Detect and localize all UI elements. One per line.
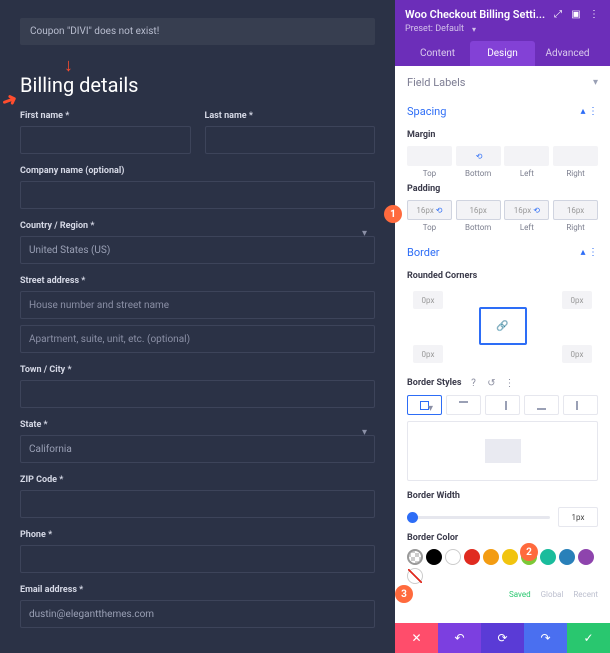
swatch-teal[interactable] <box>540 549 556 565</box>
annotation-arrow: ↓ <box>64 55 73 76</box>
country-select[interactable] <box>20 236 375 264</box>
label-town: Town / City * <box>20 365 375 375</box>
phone-input[interactable] <box>20 545 375 573</box>
padding-left-input[interactable]: 16px⟲ <box>504 200 549 220</box>
swatch-blue[interactable] <box>559 549 575 565</box>
label-state: State * <box>20 420 375 430</box>
apt-input[interactable] <box>20 325 375 353</box>
padding-right-input[interactable]: 16px <box>553 200 598 220</box>
margin-bottom-input[interactable]: ⟲ <box>456 146 501 166</box>
border-styles-label: Border Styles <box>407 378 461 388</box>
padding-bottom-input[interactable]: 16px <box>456 200 501 220</box>
menu-icon[interactable]: ⋮ <box>588 9 600 21</box>
annotation-badge-2: 2 <box>520 543 538 561</box>
border-preview <box>407 421 598 481</box>
border-width-slider[interactable] <box>407 516 550 519</box>
rounded-corners-label: Rounded Corners <box>407 271 598 281</box>
annotation-badge-3: 3 <box>395 585 413 603</box>
save-button[interactable]: ✓ <box>567 623 610 653</box>
label-street: Street address * <box>20 276 375 286</box>
tab-advanced[interactable]: Advanced <box>535 41 600 66</box>
settings-title: Woo Checkout Billing Setti... <box>405 8 546 21</box>
link-icon: ⟲ <box>436 206 443 215</box>
border-side-right[interactable] <box>485 395 520 415</box>
label-zip: ZIP Code * <box>20 475 375 485</box>
close-button[interactable]: ✕ <box>395 623 438 653</box>
company-input[interactable] <box>20 181 375 209</box>
corner-tl-input[interactable]: 0px <box>413 291 443 309</box>
expand-icon[interactable]: ⤢ <box>552 9 564 21</box>
border-side-left[interactable] <box>563 395 598 415</box>
label-phone: Phone * <box>20 530 375 540</box>
swatch-black[interactable] <box>426 549 442 565</box>
border-side-bottom[interactable] <box>524 395 559 415</box>
section-field-labels[interactable]: Field Labels▾ <box>407 66 598 95</box>
border-width-label: Border Width <box>407 491 598 501</box>
coupon-notice: Coupon "DIVI" does not exist! <box>20 18 375 45</box>
town-input[interactable] <box>20 380 375 408</box>
corner-tr-input[interactable]: 0px <box>562 291 592 309</box>
reset-icon[interactable]: ↺ <box>485 377 497 389</box>
swatch-red[interactable] <box>464 549 480 565</box>
options-icon[interactable]: ⋮ <box>503 377 515 389</box>
billing-heading: Billing details <box>20 73 375 97</box>
border-side-top[interactable] <box>446 395 481 415</box>
zip-input[interactable] <box>20 490 375 518</box>
redo-button[interactable]: ↷ <box>524 623 567 653</box>
margin-label: Margin <box>407 130 598 140</box>
label-last-name: Last name * <box>205 111 376 121</box>
padding-top-input[interactable]: 16px⟲ <box>407 200 452 220</box>
annotation-arrow: ➜ <box>0 88 20 113</box>
last-name-input[interactable] <box>205 126 376 154</box>
link-icon: ⟲ <box>533 206 540 215</box>
label-country: Country / Region * <box>20 221 375 231</box>
state-select[interactable] <box>20 435 375 463</box>
label-email: Email address * <box>20 585 375 595</box>
chevron-down-icon: ▾ <box>593 77 598 88</box>
chevron-up-icon: ▴ ⋮ <box>581 106 599 117</box>
swatch-orange[interactable] <box>483 549 499 565</box>
help-icon[interactable]: ? <box>467 377 479 389</box>
preset-label[interactable]: Preset: Default <box>405 24 464 34</box>
color-tab-recent[interactable]: Recent <box>573 590 598 599</box>
settings-header: Woo Checkout Billing Setti... ⤢ ▣ ⋮ Pres… <box>395 0 610 66</box>
margin-top-input[interactable] <box>407 146 452 166</box>
border-side-all[interactable] <box>407 395 442 415</box>
margin-right-input[interactable] <box>553 146 598 166</box>
swatch-none[interactable] <box>407 568 423 584</box>
swatch-transparent[interactable] <box>407 549 423 565</box>
history-button[interactable]: ⟳ <box>481 623 524 653</box>
section-border[interactable]: Border▴ ⋮ <box>407 236 598 265</box>
swatch-purple[interactable] <box>578 549 594 565</box>
swatch-yellow[interactable] <box>502 549 518 565</box>
email-input[interactable] <box>20 600 375 628</box>
corner-link-icon[interactable]: 🔗 <box>479 307 527 345</box>
corner-bl-input[interactable]: 0px <box>413 345 443 363</box>
margin-left-input[interactable] <box>504 146 549 166</box>
border-width-value[interactable]: 1px <box>558 507 598 527</box>
link-icon: ⟲ <box>476 152 483 161</box>
section-spacing[interactable]: Spacing▴ ⋮ <box>407 95 598 124</box>
undo-button[interactable]: ↶ <box>438 623 481 653</box>
street-input[interactable] <box>20 291 375 319</box>
color-tab-global[interactable]: Global <box>541 590 564 599</box>
color-tab-saved[interactable]: Saved <box>509 590 531 599</box>
tab-content[interactable]: Content <box>405 41 470 66</box>
dock-icon[interactable]: ▣ <box>570 9 582 21</box>
swatch-white[interactable] <box>445 549 461 565</box>
label-company: Company name (optional) <box>20 166 375 176</box>
label-first-name: First name * <box>20 111 191 121</box>
corner-br-input[interactable]: 0px <box>562 345 592 363</box>
border-color-label: Border Color <box>407 533 598 543</box>
tab-design[interactable]: Design <box>470 41 535 66</box>
chevron-down-icon[interactable]: ▾ <box>468 23 480 35</box>
first-name-input[interactable] <box>20 126 191 154</box>
annotation-badge-1: 1 <box>384 205 402 223</box>
padding-label: Padding <box>407 184 598 194</box>
chevron-up-icon: ▴ ⋮ <box>581 247 599 258</box>
